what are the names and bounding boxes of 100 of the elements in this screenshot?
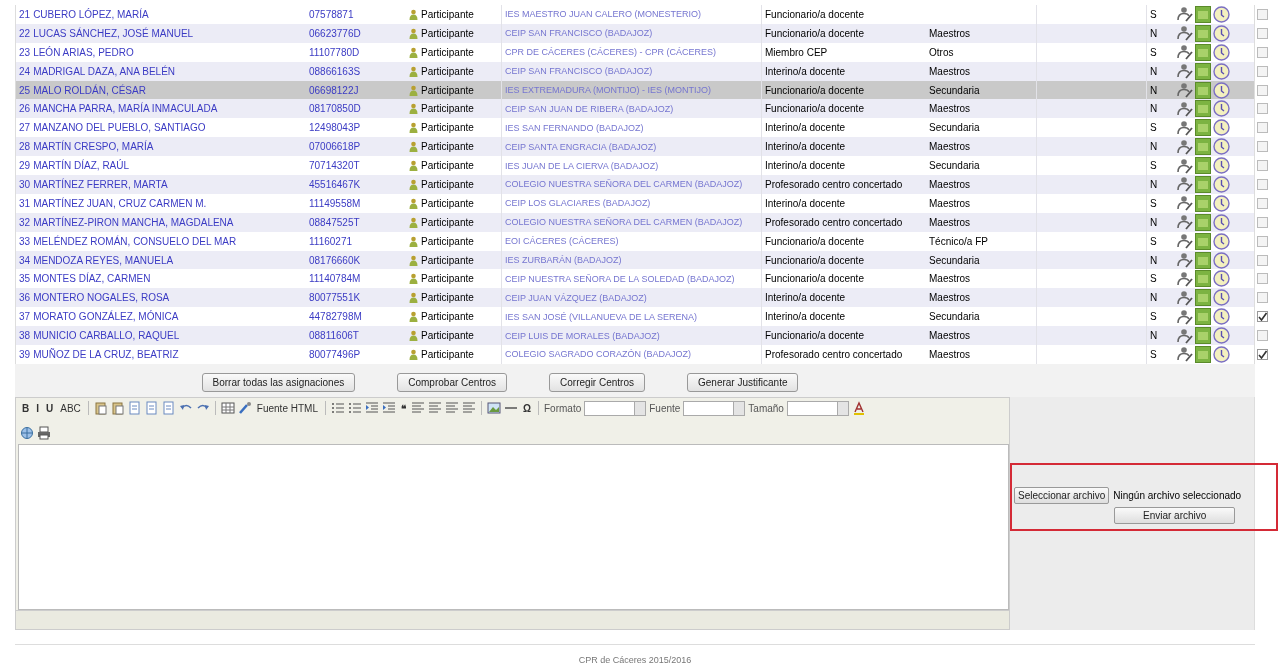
align-icon[interactable] [410,401,425,416]
image-icon[interactable] [486,401,501,416]
table-row[interactable]: 31 MARTÍNEZ JUAN, CRUZ CARMEN M. 11149558M Participante CEIP LOS GLACIARES (BADAJOZ) Interino/a docente Maestros S [16,193,1254,213]
center-link[interactable]: CPR DE CÁCERES (CÁCERES) - CPR (CÁCERES) [505,47,717,58]
dropdown[interactable] [683,400,746,416]
align-icon[interactable] [461,401,476,416]
id-link[interactable]: 80077496P [309,348,361,360]
id-link[interactable]: 06698122J [309,84,359,96]
row-checkbox[interactable] [1257,292,1268,304]
participant-name-link[interactable]: MENDOZA REYES, MANUELA [33,254,174,266]
paste-icon[interactable] [110,401,125,416]
document-icon[interactable] [1195,175,1211,193]
person-edit-icon[interactable] [1177,100,1193,117]
id-link[interactable]: 08811606T [309,330,359,342]
person-edit-icon[interactable] [1177,138,1193,155]
center-link[interactable]: EOI CÁCERES (CÁCERES) [505,236,619,247]
clock-icon[interactable] [1213,24,1230,42]
row-checkbox[interactable] [1257,27,1268,39]
text-color-icon[interactable] [851,401,866,416]
id-link[interactable]: 08866163S [309,65,361,77]
person-edit-icon[interactable] [1177,25,1193,42]
center-link[interactable]: CEIP SANTA ENGRACIA (BADAJOZ) [505,141,657,152]
participant-name-link[interactable]: MADRIGAL DAZA, ANA BELÉN [33,65,176,77]
participant-name-link[interactable]: MARTÍNEZ JUAN, CRUZ CARMEN M. [33,197,207,209]
center-link[interactable]: IES ZURBARÁN (BADAJOZ) [505,255,622,265]
center-link[interactable]: CEIP SAN JUAN DE RIBERA (BADAJOZ) [505,103,674,114]
row-checkbox[interactable] [1257,65,1268,77]
document-icon[interactable] [1195,62,1211,80]
clock-icon[interactable] [1213,213,1230,231]
document-icon[interactable] [1195,270,1211,288]
person-edit-icon[interactable] [1177,214,1193,231]
action-button[interactable]: Generar Justificante [687,372,799,392]
id-link[interactable]: 07578871 [309,8,354,20]
paste-icon[interactable] [93,401,108,416]
center-link[interactable]: IES SAN FERNANDO (BADAJOZ) [505,122,644,133]
row-checkbox[interactable] [1257,273,1268,285]
participant-name-link[interactable]: MARTÍN DÍAZ, RAÚL [33,160,130,172]
person-edit-icon[interactable] [1177,308,1193,325]
person-edit-icon[interactable] [1177,195,1193,212]
person-edit-icon[interactable] [1177,270,1193,287]
center-link[interactable]: IES JUAN DE LA CIERVA (BADAJOZ) [505,160,659,171]
toolbar-button[interactable]: B [20,401,32,415]
id-link[interactable]: 08847525T [309,216,360,228]
table-row[interactable]: 33 MELÉNDEZ ROMÁN, CONSUELO DEL MAR 11160271 Participante EOI CÁCERES (CÁCERES) Funcionario/a docente Técnico/a FP S [16,231,1254,251]
id-link[interactable]: 08170850D [309,103,361,115]
list-icon[interactable] [347,401,362,416]
document-icon[interactable] [1195,43,1211,61]
document-icon[interactable] [1195,232,1211,250]
document-icon[interactable] [1195,194,1211,212]
align-icon[interactable] [427,401,442,416]
clock-icon[interactable] [1213,194,1230,212]
clock-icon[interactable] [1213,308,1230,326]
row-checkbox[interactable] [1257,8,1268,20]
row-checkbox[interactable] [1257,348,1268,360]
id-link[interactable]: 11160271 [309,235,352,247]
clock-icon[interactable] [1213,81,1230,99]
center-link[interactable]: CEIP SAN FRANCISCO (BADAJOZ) [505,28,653,39]
action-button[interactable]: Corregir Centros [549,372,645,392]
id-link[interactable]: 06623776D [309,27,361,39]
clock-icon[interactable] [1213,62,1230,80]
participant-name-link[interactable]: MARTÍN CRESPO, MARÍA [33,141,154,153]
table-row[interactable]: 23 LEÓN ARIAS, PEDRO 11107780D Participante CPR DE CÁCERES (CÁCERES) - CPR (CÁCERES) Miembro CEP Otros S [16,42,1254,62]
toolbar-button[interactable]: ❝ [398,401,408,415]
clock-icon[interactable] [1213,100,1230,118]
center-link[interactable]: CEIP NUESTRA SEÑORA DE LA SOLEDAD (BADAJOZ) [505,273,735,284]
center-link[interactable]: CEIP JUAN VÁZQUEZ (BADAJOZ) [505,292,647,303]
participant-name-link[interactable]: MARTÍNEZ FERRER, MARTA [33,178,168,190]
participant-name-link[interactable]: MELÉNDEZ ROMÁN, CONSUELO DEL MAR [33,235,237,247]
participant-name-link[interactable]: MANZANO DEL PUEBLO, SANTIAGO [33,122,206,134]
participant-name-link[interactable]: LEÓN ARIAS, PEDRO [33,46,134,58]
id-link[interactable]: 80077551K [309,292,361,304]
row-checkbox[interactable] [1257,197,1268,209]
indent-icon[interactable] [381,401,396,416]
person-edit-icon[interactable] [1177,119,1193,136]
brush-icon[interactable] [237,401,252,416]
clock-icon[interactable] [1213,232,1230,250]
participant-name-link[interactable]: MONTERO NOGALES, ROSA [33,292,170,304]
document-icon[interactable] [1195,251,1211,269]
document-icon[interactable] [1195,24,1211,42]
id-link[interactable]: 45516467K [309,178,361,190]
document-icon[interactable] [1195,327,1211,345]
id-link[interactable]: 11140784M [309,273,361,285]
clock-icon[interactable] [1213,345,1230,363]
clock-icon[interactable] [1213,43,1230,61]
document-icon[interactable] [1195,138,1211,156]
document-icon[interactable] [1195,81,1211,99]
globe-icon[interactable] [20,425,34,440]
row-checkbox[interactable] [1257,46,1268,58]
row-checkbox[interactable] [1257,216,1268,228]
participant-name-link[interactable]: MORATO GONZÁLEZ, MÓNICA [33,311,179,323]
clock-icon[interactable] [1213,327,1230,345]
toolbar-button[interactable]: ABC [58,401,83,415]
row-checkbox[interactable] [1257,122,1268,134]
row-checkbox[interactable] [1257,103,1268,115]
id-link[interactable]: 07006618P [309,141,361,153]
document-icon[interactable] [1195,308,1211,326]
document-icon[interactable] [1195,345,1211,363]
toolbar-button[interactable]: Ω [520,401,533,415]
participant-name-link[interactable]: MANCHA PARRA, MARÍA INMACULADA [33,103,218,115]
person-edit-icon[interactable] [1177,346,1193,363]
